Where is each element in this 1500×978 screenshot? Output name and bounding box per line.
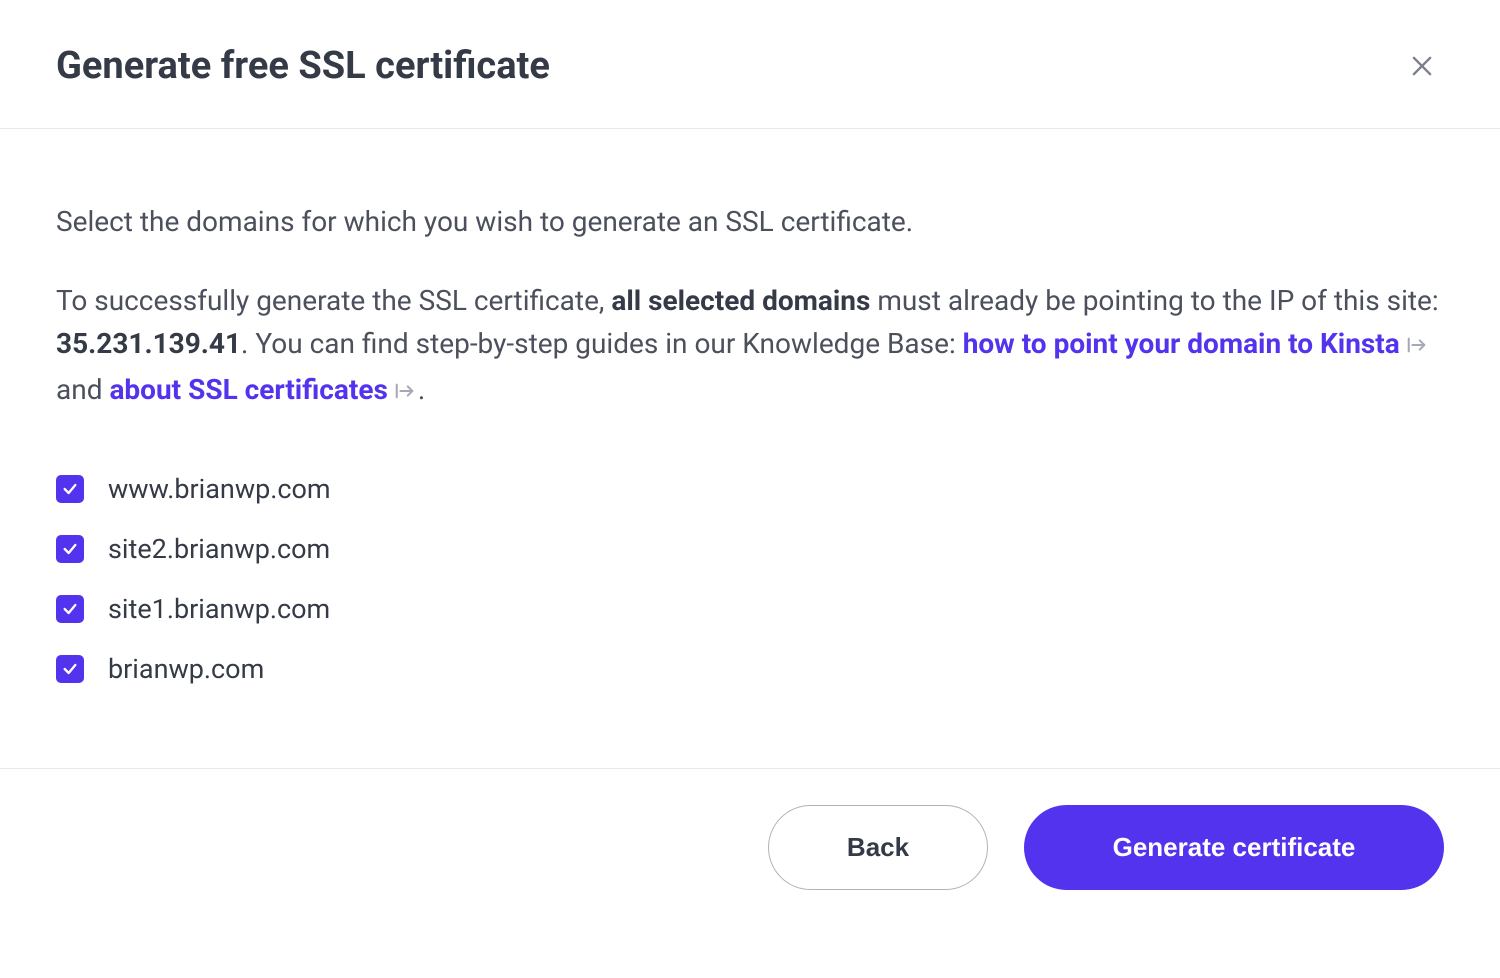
check-icon [62,541,78,557]
domain-row: www.brianwp.com [56,473,1444,505]
detail-mid2: . You can find step-by-step guides in ou… [241,327,963,360]
check-icon [62,481,78,497]
footer: Back Generate certificate [0,768,1500,978]
link-point-domain[interactable]: how to point your domain to Kinsta [963,327,1400,360]
detail-conjunction: and [56,373,109,406]
domain-list: www.brianwp.com site2.brianwp.com site1.… [56,473,1444,685]
domain-checkbox[interactable] [56,535,84,563]
page-title: Generate free SSL certificate [56,44,550,88]
domain-label: site1.brianwp.com [108,593,330,625]
domain-checkbox[interactable] [56,475,84,503]
close-icon [1408,52,1436,80]
check-icon [62,661,78,677]
domain-checkbox[interactable] [56,595,84,623]
external-link-icon [1406,324,1428,367]
domain-label: www.brianwp.com [108,473,331,505]
detail-prefix: To successfully generate the SSL certifi… [56,284,611,317]
detail-mid1: must already be pointing to the IP of th… [870,284,1438,317]
external-link-icon [394,370,416,413]
domain-checkbox[interactable] [56,655,84,683]
domain-row: site1.brianwp.com [56,593,1444,625]
generate-certificate-button[interactable]: Generate certificate [1024,805,1444,890]
domain-row: site2.brianwp.com [56,533,1444,565]
detail-ip: 35.231.139.41 [56,327,241,360]
domain-label: site2.brianwp.com [108,533,330,565]
back-button[interactable]: Back [768,805,988,890]
instruction-text: Select the domains for which you wish to… [56,201,1444,243]
domain-row: brianwp.com [56,653,1444,685]
domain-label: brianwp.com [108,653,264,685]
detail-text: To successfully generate the SSL certifi… [56,279,1444,413]
link-about-ssl[interactable]: about SSL certificates [109,373,387,406]
check-icon [62,601,78,617]
detail-bold-domains: all selected domains [611,284,870,317]
close-button[interactable] [1400,44,1444,88]
detail-end: . [418,373,425,406]
